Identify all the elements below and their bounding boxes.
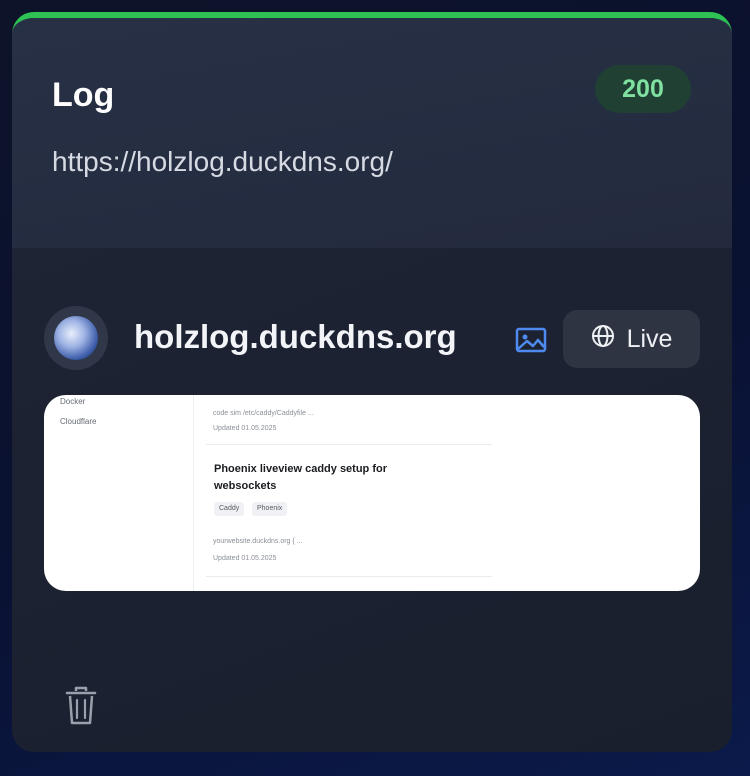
preview-sidebar-item: Docker [60, 397, 86, 406]
preview-tag: Phoenix [252, 502, 288, 516]
preview-entry-domain: yourwebsite.duckdns.org { ... [213, 538, 303, 545]
preview-main: code sim /etc/caddy/Caddyfile ... Update… [206, 395, 492, 591]
preview-sidebar: Docker Cloudflare [44, 395, 194, 591]
site-row: holzlog.duckdns.org Live [44, 302, 700, 372]
preview-sidebar-item: Cloudflare [60, 417, 97, 426]
site-url[interactable]: https://holzlog.duckdns.org/ [52, 146, 393, 178]
globe-icon [591, 324, 615, 355]
preview-divider [206, 444, 492, 445]
preview-entry-updated: Updated 01.05.2025 [213, 425, 277, 432]
live-button[interactable]: Live [563, 310, 700, 368]
live-button-label: Live [626, 324, 673, 353]
site-domain: holzlog.duckdns.org [134, 318, 457, 355]
preview-entry-updated: Updated 01.05.2025 [213, 555, 277, 562]
card-header: Log 200 https://holzlog.duckdns.org/ [12, 18, 732, 248]
card-title: Log [52, 76, 115, 114]
globe-favicon-icon [44, 306, 108, 370]
preview-tag: Caddy [214, 502, 245, 516]
site-preview-thumbnail[interactable]: Docker Cloudflare code sim /etc/caddy/Ca… [44, 395, 700, 591]
preview-divider [206, 576, 492, 577]
trash-icon[interactable] [64, 686, 98, 726]
preview-entry-title: Phoenix liveview caddy setup for websock… [214, 463, 387, 492]
status-badge: 200 [595, 65, 691, 113]
image-icon[interactable] [515, 326, 547, 356]
site-card: Log 200 https://holzlog.duckdns.org/ hol… [12, 12, 732, 752]
favicon-image [54, 316, 98, 360]
preview-entry-path: code sim /etc/caddy/Caddyfile ... [213, 410, 314, 417]
